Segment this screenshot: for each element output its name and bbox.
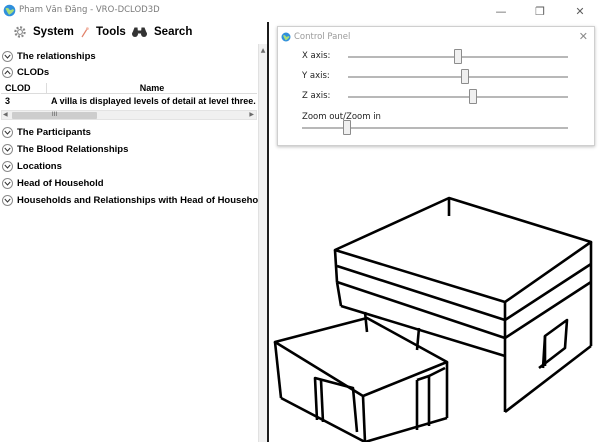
3d-model-view[interactable] — [269, 150, 599, 442]
cell-clod: 3 — [5, 96, 11, 106]
control-panel-close-icon[interactable]: ✕ — [579, 30, 588, 43]
tree-item-participants[interactable]: The Participants — [2, 126, 91, 139]
menu-system[interactable]: System — [13, 25, 74, 39]
app-globe-icon — [3, 4, 16, 17]
tree-item-label: Households and Relationships with Head o… — [17, 195, 267, 206]
x-axis-label: X axis: — [302, 51, 331, 61]
control-panel-title: Control Panel — [294, 32, 351, 42]
minimize-icon: — — [495, 4, 507, 18]
cell-name: A villa is displayed levels of detail at… — [51, 96, 256, 106]
expand-icon[interactable] — [2, 178, 13, 189]
menu-search[interactable]: Search — [131, 25, 192, 38]
menu-tools-label: Tools — [96, 26, 126, 38]
tree-item-label: Head of Household — [17, 178, 104, 189]
maximize-icon: ❐ — [535, 4, 545, 18]
slider-thumb[interactable] — [469, 89, 478, 104]
slider-thumb[interactable] — [460, 69, 469, 84]
close-icon: ✕ — [575, 4, 585, 18]
menu-system-label: System — [33, 26, 74, 38]
expand-icon[interactable] — [2, 127, 13, 138]
scroll-thumb[interactable]: III — [12, 112, 97, 119]
tree-item-label: Locations — [17, 161, 62, 172]
left-tree-pane: The relationships CLODs CLOD Name 3 A vi… — [0, 44, 267, 442]
scroll-left-icon[interactable]: ◀ — [3, 111, 8, 118]
column-header-name[interactable]: Name — [47, 83, 257, 93]
slider-track[interactable] — [348, 76, 568, 78]
tree-item-blood-relationships[interactable]: The Blood Relationships — [2, 143, 128, 156]
y-axis-label: Y axis: — [302, 71, 330, 81]
binoculars-icon — [132, 27, 147, 37]
villa-wireframe — [273, 196, 593, 442]
tree-item-label: The Participants — [17, 127, 91, 138]
tree-item-locations[interactable]: Locations — [2, 160, 62, 173]
maximize-button[interactable]: ❐ — [520, 0, 560, 22]
scroll-right-icon[interactable]: ▶ — [249, 111, 254, 118]
tree-item-households[interactable]: Households and Relationships with Head o… — [2, 194, 267, 207]
z-axis-label: Z axis: — [302, 91, 331, 101]
table-row[interactable]: 3 A villa is displayed levels of detail … — [1, 96, 257, 107]
expand-icon[interactable] — [2, 144, 13, 155]
wand-icon — [81, 27, 89, 38]
left-pane-vertical-scrollbar[interactable]: ▲ — [258, 44, 267, 442]
slider-thumb[interactable] — [454, 49, 462, 64]
control-panel-globe-icon — [281, 32, 291, 42]
control-panel-window: Control Panel ✕ X axis: Y axis: Z axis: … — [277, 26, 595, 146]
table-horizontal-scrollbar[interactable]: ◀ III ▶ — [1, 110, 257, 120]
collapse-icon[interactable] — [2, 67, 13, 78]
menu-tools[interactable]: Tools — [80, 25, 126, 39]
scroll-up-icon[interactable]: ▲ — [259, 47, 267, 54]
slider-track[interactable] — [302, 127, 568, 129]
title-bar: Pham Văn Đăng - VRO-DCLOD3D — ❐ ✕ — [0, 0, 599, 22]
tree-item-head-of-household[interactable]: Head of Household — [2, 177, 104, 190]
tree-item-label: The relationships — [17, 51, 96, 62]
close-button[interactable]: ✕ — [560, 0, 599, 22]
menu-bar: System Tools Search — [0, 22, 260, 44]
window-title: Pham Văn Đăng - VRO-DCLOD3D — [19, 5, 160, 15]
minimize-button[interactable]: — — [481, 0, 521, 22]
clod-table: CLOD Name 3 A villa is displayed levels … — [1, 83, 257, 109]
menu-search-label: Search — [154, 25, 193, 38]
expand-icon[interactable] — [2, 161, 13, 172]
zoom-label: Zoom out/Zoom in — [302, 112, 381, 122]
gear-icon — [14, 26, 26, 38]
upper-roof-face — [333, 196, 593, 304]
tree-item-label: The Blood Relationships — [17, 144, 129, 155]
tree-item-clods[interactable]: CLODs — [2, 66, 49, 79]
column-header-clod[interactable]: CLOD — [5, 83, 31, 93]
expand-icon[interactable] — [2, 51, 13, 62]
expand-icon[interactable] — [2, 195, 13, 206]
slider-thumb[interactable] — [343, 120, 352, 135]
table-header: CLOD Name — [1, 83, 257, 94]
tree-item-relationships[interactable]: The relationships — [2, 50, 96, 63]
slider-track[interactable] — [348, 96, 568, 98]
tree-item-label: CLODs — [17, 67, 50, 78]
